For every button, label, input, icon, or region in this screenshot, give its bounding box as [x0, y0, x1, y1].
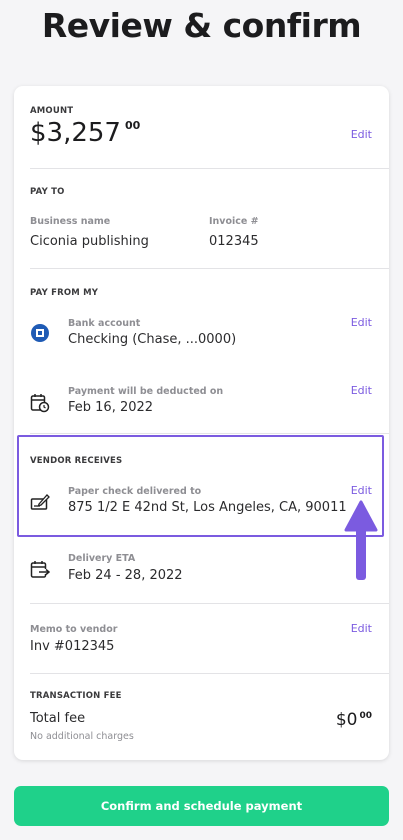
divider: [30, 603, 389, 604]
confirm-schedule-payment-button[interactable]: Confirm and schedule payment: [14, 786, 389, 826]
amount-cents: 00: [124, 119, 141, 132]
divider: [30, 673, 389, 674]
vendor-receives-section-label: VENDOR RECEIVES: [30, 456, 123, 466]
paper-check-icon: [30, 494, 50, 510]
edit-delivery-address-link[interactable]: Edit: [351, 484, 372, 497]
arrow-up-icon: [344, 500, 378, 580]
delivery-eta-value: Feb 24 - 28, 2022: [68, 568, 183, 583]
pay-to-section-label: PAY TO: [30, 187, 65, 197]
fee-note: No additional charges: [30, 731, 134, 742]
edit-amount-link[interactable]: Edit: [351, 128, 372, 141]
delivery-eta-label: Delivery ETA: [68, 553, 136, 564]
bank-account-value: Checking (Chase, ...0000): [68, 332, 237, 347]
calendar-clock-icon: [30, 394, 50, 413]
page-title: Review & confirm: [41, 6, 362, 45]
edit-memo-link[interactable]: Edit: [351, 622, 372, 635]
business-name-value: Ciconia publishing: [30, 234, 149, 249]
edit-deduction-date-link[interactable]: Edit: [351, 384, 372, 397]
pay-from-section-label: PAY FROM MY: [30, 288, 99, 298]
divider: [30, 168, 389, 169]
fee-dollars: $0: [335, 710, 358, 730]
fee-cents: 00: [359, 711, 372, 721]
bank-account-label: Bank account: [68, 318, 141, 329]
memo-label: Memo to vendor: [30, 624, 118, 635]
business-name-label: Business name: [30, 216, 111, 227]
amount-value: $3,257 00: [30, 118, 140, 148]
review-card: AMOUNT $3,257 00 Edit PAY TO Business nam…: [14, 86, 389, 760]
deduction-date-label: Payment will be deducted on: [68, 386, 224, 397]
fee-amount: $0 00: [336, 710, 372, 730]
transaction-fee-section-label: TRANSACTION FEE: [30, 691, 122, 701]
check-delivery-label: Paper check delivered to: [68, 486, 202, 497]
divider: [30, 433, 389, 434]
edit-bank-account-link[interactable]: Edit: [351, 316, 372, 329]
divider: [30, 268, 389, 269]
calendar-arrow-icon: [30, 561, 50, 578]
amount-section-label: AMOUNT: [30, 106, 74, 116]
total-fee-label: Total fee: [30, 711, 86, 726]
amount-dollars: $3,257: [30, 118, 121, 148]
bank-logo-icon: [31, 324, 49, 342]
check-delivery-address: 875 1/2 E 42nd St, Los Angeles, CA, 9001…: [68, 500, 347, 515]
deduction-date-value: Feb 16, 2022: [68, 400, 154, 415]
invoice-value: 012345: [209, 234, 259, 249]
invoice-label: Invoice #: [209, 216, 259, 227]
memo-value: Inv #012345: [30, 639, 115, 654]
